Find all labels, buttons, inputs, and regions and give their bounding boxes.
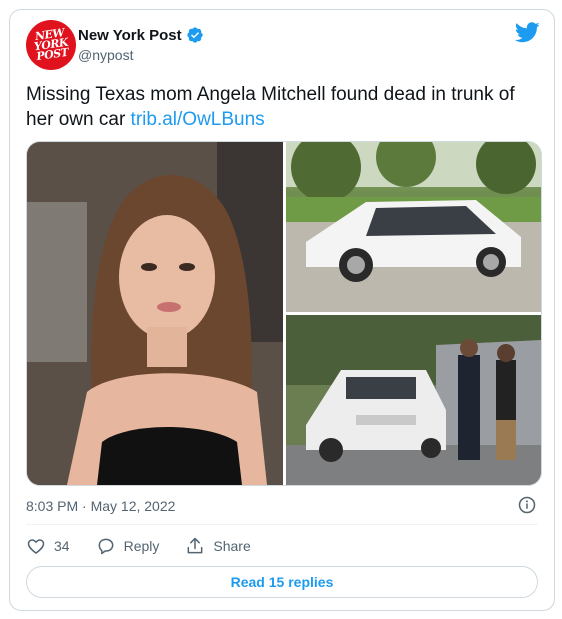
tweet-timestamp[interactable]: 8:03 PM · May 12, 2022	[26, 498, 175, 514]
photo-white-sedan[interactable]	[286, 142, 541, 312]
author-handle[interactable]: @nypost	[78, 47, 133, 63]
share-label: Share	[213, 538, 251, 554]
nypost-logo: NEW YORK POST	[33, 26, 70, 64]
avatar[interactable]: NEW YORK POST	[26, 20, 76, 70]
reply-icon	[98, 538, 113, 555]
share-button[interactable]: Share	[185, 536, 251, 556]
tweet-body: Missing Texas mom Angela Mitchell found …	[26, 84, 515, 130]
verified-icon	[186, 27, 203, 43]
tweet-link[interactable]: trib.al/OwLBuns	[131, 109, 265, 130]
reply-button[interactable]: Reply	[96, 536, 160, 556]
twitter-bird-icon[interactable]	[515, 22, 540, 43]
tweet-card: NEW YORK POST New York Post @nypost Miss…	[9, 9, 555, 611]
divider	[26, 524, 538, 525]
author-name-row[interactable]: New York Post	[78, 26, 204, 44]
like-count: 34	[54, 538, 70, 554]
tweet-text: Missing Texas mom Angela Mitchell found …	[26, 82, 536, 132]
reply-label: Reply	[123, 538, 160, 554]
like-button[interactable]: 34	[26, 536, 70, 556]
author-name[interactable]: New York Post	[78, 27, 182, 44]
selfie-illustration	[27, 142, 283, 485]
sedan-illustration	[286, 142, 541, 312]
police-scene-illustration	[286, 315, 541, 485]
photo-police-scene[interactable]	[286, 315, 541, 485]
info-icon[interactable]	[518, 496, 536, 514]
read-replies-button[interactable]: Read 15 replies	[26, 566, 538, 598]
action-bar: 34 Reply Share	[26, 536, 251, 556]
heart-icon	[27, 539, 45, 555]
share-icon	[187, 537, 203, 554]
media-grid	[26, 141, 542, 486]
photo-woman-selfie[interactable]	[27, 142, 283, 485]
